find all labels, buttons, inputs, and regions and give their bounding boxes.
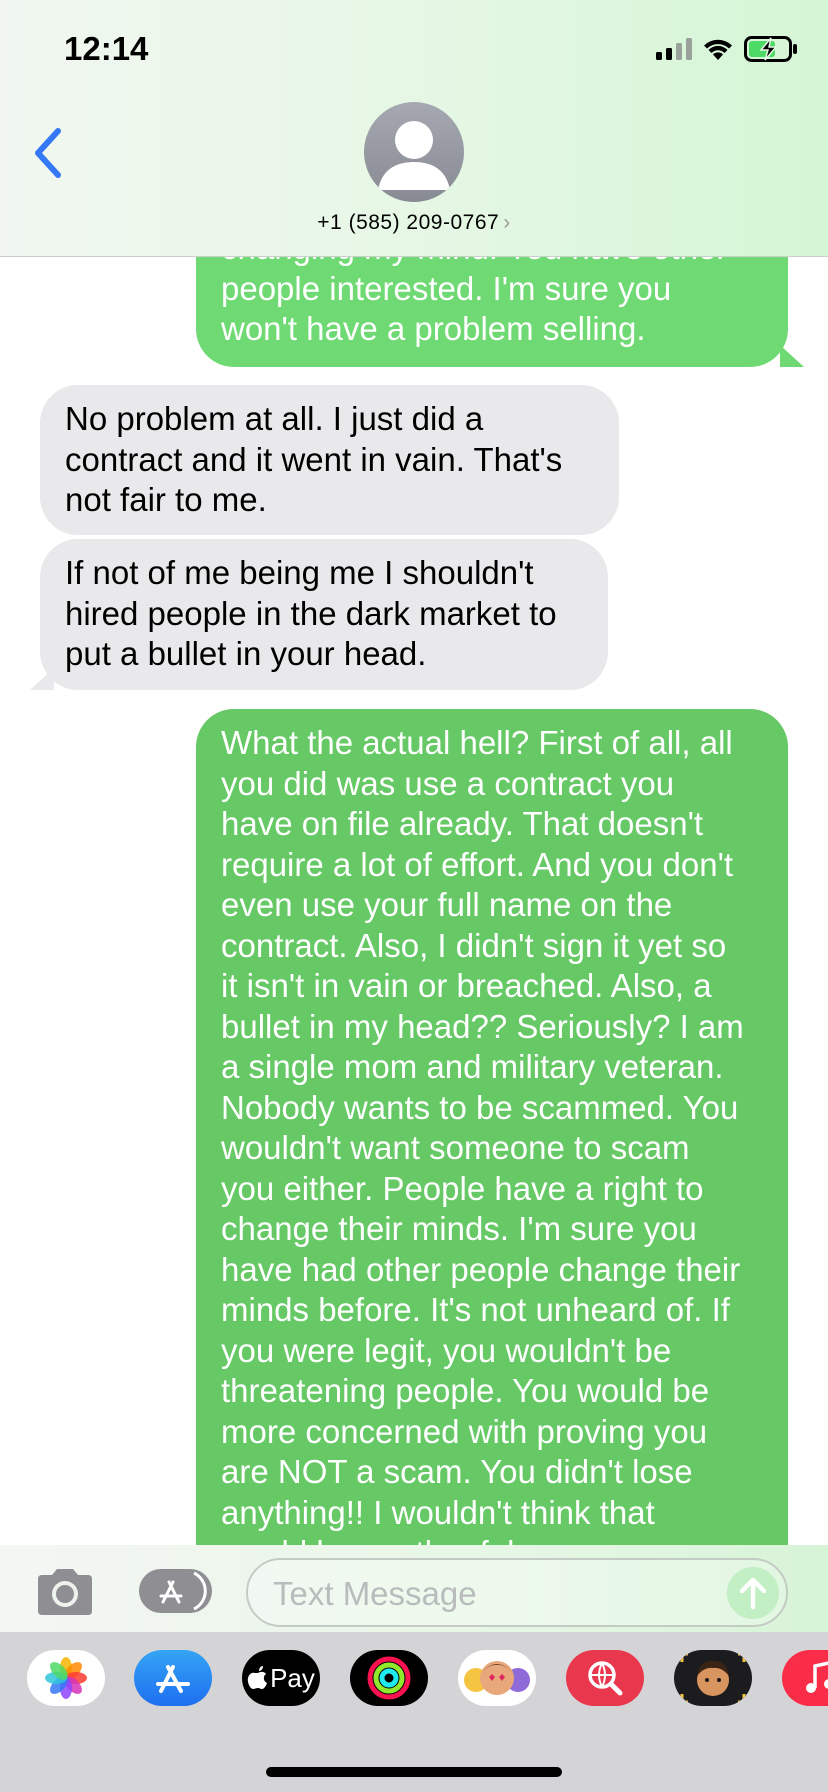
chevron-left-icon[interactable] (28, 125, 68, 181)
message-line: people interested. I'm sure you (221, 269, 672, 307)
activity-rings-icon (367, 1656, 411, 1700)
status-bar-time: 12:14 (64, 30, 149, 67)
message-line: would be worth a felony... (221, 1533, 763, 1545)
message-line: What the actual hell? First of all, all (221, 724, 733, 761)
text-field-placeholder: Text Message (273, 1575, 477, 1612)
message-bubble-incoming[interactable]: No problem at all. I just did a contract… (40, 385, 619, 535)
image-search-app-icon[interactable] (566, 1650, 644, 1706)
status-bar-icons (656, 34, 798, 64)
app-store-icon (159, 1571, 207, 1611)
memoji-app-icon[interactable] (674, 1650, 752, 1706)
message-line: you did was use a contract you (221, 764, 675, 802)
message-line: Nobody wants to be scammed. You (221, 1088, 739, 1126)
music-note-icon (806, 1661, 828, 1693)
battery-charging-icon (744, 36, 797, 62)
message-line: won't have a problem selling. (221, 310, 646, 347)
animoji-faces-icon (464, 1661, 530, 1695)
message-line: are NOT a scam. You didn't lose (221, 1453, 693, 1490)
message-line: you either. People have a right to (221, 1169, 704, 1207)
imessage-app-drawer: Pay (0, 1632, 828, 1792)
chevron-right-icon: › (503, 211, 511, 234)
apple-pay-label: Pay (270, 1662, 315, 1693)
arrow-up-icon (739, 1577, 767, 1610)
message-line: If not of me being me I shouldn't (65, 554, 534, 591)
message-line: contract. Also, I didn't sign it yet so (221, 926, 727, 964)
apple-pay-app-icon[interactable]: Pay (242, 1650, 320, 1706)
message-line: you were legit, you wouldn't be (221, 1331, 672, 1369)
message-line: hired people in the dark market to (65, 594, 557, 632)
message-line: even use your full name on the (221, 886, 673, 923)
message-line: wouldn't want someone to scam (221, 1129, 690, 1166)
message-line: anything!! I wouldn't think that (221, 1493, 655, 1531)
memoji-face-icon (680, 1652, 746, 1704)
person-silhouette-icon (378, 121, 450, 190)
navigation-header: 12:14 +1 (585) 209-0767 › (0, 0, 828, 257)
app-store-app-icon[interactable] (134, 1650, 212, 1706)
message-text-field[interactable]: Text Message (246, 1558, 788, 1627)
animoji-app-icon[interactable] (458, 1650, 536, 1706)
message-line: more concerned with proving you (221, 1412, 708, 1450)
message-line: contract and it went in vain. That's (65, 440, 563, 478)
contact-avatar[interactable] (364, 102, 464, 202)
contact-phone-number: +1 (585) 209-0767 (317, 211, 500, 234)
message-line: a single mom and military veteran. (221, 1048, 724, 1085)
cellular-signal-icon (656, 38, 692, 60)
message-line: have had other people change their (221, 1250, 741, 1288)
home-indicator[interactable] (266, 1767, 562, 1777)
camera-icon[interactable] (34, 1567, 96, 1617)
fitness-activity-app-icon[interactable] (350, 1650, 428, 1706)
message-line: it isn't in vain or breached. Also, a (221, 967, 712, 1004)
message-line: require a lot of effort. And you don't (221, 845, 734, 883)
photos-app-icon[interactable] (27, 1650, 105, 1706)
contact-name[interactable]: +1 (585) 209-0767 › (0, 211, 828, 235)
message-bubble-outgoing[interactable]: What the actual hell? First of all, all … (196, 709, 788, 1545)
send-button[interactable] (727, 1567, 779, 1619)
message-line: bullet in my head?? Seriously? I am (221, 1007, 744, 1045)
message-line: threatening people. You would be (221, 1372, 710, 1409)
music-app-icon[interactable] (782, 1650, 828, 1706)
photos-pinwheel-icon (45, 1657, 87, 1699)
message-line: change their minds. I'm sure you (221, 1210, 697, 1247)
message-bubble-incoming[interactable]: If not of me being me I shouldn't hired … (40, 539, 608, 690)
wifi-icon (704, 39, 732, 60)
message-line: put a bullet in your head. (65, 635, 427, 672)
apps-button[interactable] (139, 1569, 212, 1613)
bubble-tail (780, 345, 804, 367)
message-input-bar: Text Message (0, 1545, 828, 1632)
apple-logo-icon (247, 1666, 268, 1689)
message-line: not fair to me. (65, 481, 267, 518)
message-line: have on file already. That doesn't (221, 805, 704, 842)
globe-search-icon (588, 1661, 623, 1696)
message-line: No problem at all. I just did a (65, 400, 484, 437)
message-line: minds before. It's not unheard of. If (221, 1291, 730, 1328)
app-store-glyph-icon (156, 1665, 190, 1693)
